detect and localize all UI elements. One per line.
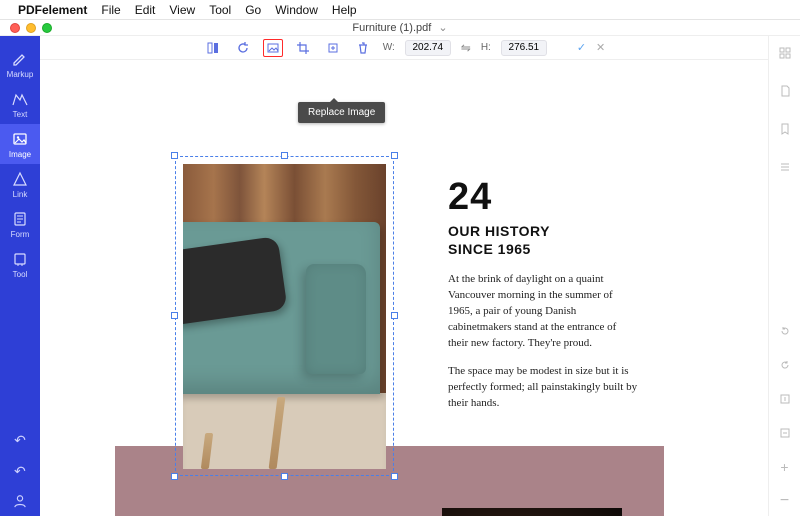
flip-icon[interactable]: [203, 39, 223, 57]
confirm-icon[interactable]: ✓: [577, 41, 586, 54]
right-sidebar: + −: [768, 36, 800, 516]
sidebar-item-link[interactable]: Link: [0, 164, 40, 204]
add-page-icon[interactable]: +: [778, 460, 792, 474]
menu-go[interactable]: Go: [245, 3, 261, 17]
resize-handle-n[interactable]: [281, 152, 288, 159]
tool-icon: [11, 250, 29, 268]
undo-icon[interactable]: ↶: [14, 432, 26, 449]
sidebar-item-image[interactable]: Image: [0, 124, 40, 164]
extract-icon[interactable]: [323, 39, 343, 57]
document-canvas[interactable]: 26 HYGGE-CENTRIC: [40, 60, 768, 516]
editor-main: W: ⇋ H: ✓ ✕ Replace Image 26 HYGGE-CENTR…: [40, 36, 768, 516]
left-sidebar: Markup Text Image Link: [0, 36, 40, 516]
sidebar-item-form[interactable]: Form: [0, 204, 40, 244]
sidebar-item-tool[interactable]: Tool: [0, 244, 40, 284]
redo-icon[interactable]: ↷: [14, 463, 26, 480]
chevron-down-icon: ⌄: [438, 22, 447, 34]
rotate-icon[interactable]: [233, 39, 253, 57]
document-title-label: Furniture (1).pdf: [352, 22, 431, 34]
height-input[interactable]: [501, 40, 547, 56]
sidebar-item-label: Tool: [13, 270, 28, 279]
sidebar-bottom: ↶ ↷: [0, 432, 40, 516]
resize-handle-sw[interactable]: [171, 473, 178, 480]
menu-tool[interactable]: Tool: [209, 3, 231, 17]
rotate-left-icon[interactable]: [778, 358, 792, 372]
article-headline: OUR HISTORY SINCE 1965: [448, 223, 638, 258]
menu-file[interactable]: File: [101, 3, 120, 17]
rotate-right-icon[interactable]: [778, 324, 792, 338]
image-context-toolbar: W: ⇋ H: ✓ ✕: [40, 36, 768, 60]
image-content: [183, 164, 386, 469]
user-icon[interactable]: [13, 494, 27, 508]
tooltip-replace-image: Replace Image: [298, 102, 385, 123]
menu-window[interactable]: Window: [275, 3, 318, 17]
resize-handle-ne[interactable]: [391, 152, 398, 159]
text-icon: [11, 90, 29, 108]
sidebar-item-label: Text: [13, 110, 28, 119]
sidebar-item-label: Link: [13, 190, 28, 199]
headline-number: 24: [448, 176, 638, 219]
sidebar-item-label: Markup: [7, 70, 34, 79]
height-label: H:: [481, 42, 491, 53]
form-icon: [11, 210, 29, 228]
document-title[interactable]: Furniture (1).pdf ⌄: [0, 21, 800, 34]
menu-edit[interactable]: Edit: [135, 3, 156, 17]
resize-handle-se[interactable]: [391, 473, 398, 480]
link-aspect-icon[interactable]: ⇋: [461, 41, 471, 55]
crop-icon[interactable]: [293, 39, 313, 57]
delete-page-icon[interactable]: −: [778, 494, 792, 508]
width-input[interactable]: [405, 40, 451, 56]
selected-image[interactable]: [175, 156, 394, 476]
cancel-icon[interactable]: ✕: [596, 41, 605, 54]
link-icon: [11, 170, 29, 188]
sidebar-item-text[interactable]: Text: [0, 84, 40, 124]
sidebar-item-label: Image: [9, 150, 31, 159]
resize-handle-e[interactable]: [391, 312, 398, 319]
menu-help[interactable]: Help: [332, 3, 357, 17]
sidebar-item-label: Form: [11, 230, 30, 239]
replace-image-button[interactable]: [263, 39, 283, 57]
outline-icon[interactable]: [778, 160, 792, 174]
image-icon: [11, 130, 29, 148]
article-column: 24 OUR HISTORY SINCE 1965 At the brink o…: [448, 176, 638, 424]
width-label: W:: [383, 42, 395, 53]
mac-menubar: PDFelement File Edit View Tool Go Window…: [0, 0, 800, 20]
menu-view[interactable]: View: [169, 3, 195, 17]
resize-handle-w[interactable]: [171, 312, 178, 319]
resize-handle-nw[interactable]: [171, 152, 178, 159]
extract-page-icon[interactable]: [778, 392, 792, 406]
thumbnails-icon[interactable]: [778, 46, 792, 60]
article-paragraph-2: The space may be modest in size but it i…: [448, 364, 638, 412]
bookmark-icon[interactable]: [778, 122, 792, 136]
page-icon[interactable]: [778, 84, 792, 98]
menu-app[interactable]: PDFelement: [18, 3, 87, 17]
resize-handle-s[interactable]: [281, 473, 288, 480]
pencil-icon: [11, 50, 29, 68]
replace-page-icon[interactable]: [778, 426, 792, 440]
delete-icon[interactable]: [353, 39, 373, 57]
window-titlebar: Furniture (1).pdf ⌄: [0, 20, 800, 36]
band-photo: [442, 508, 622, 516]
sidebar-item-markup[interactable]: Markup: [0, 44, 40, 84]
tooltip-label: Replace Image: [308, 107, 375, 118]
article-paragraph-1: At the brink of daylight on a quaint Van…: [448, 272, 638, 352]
